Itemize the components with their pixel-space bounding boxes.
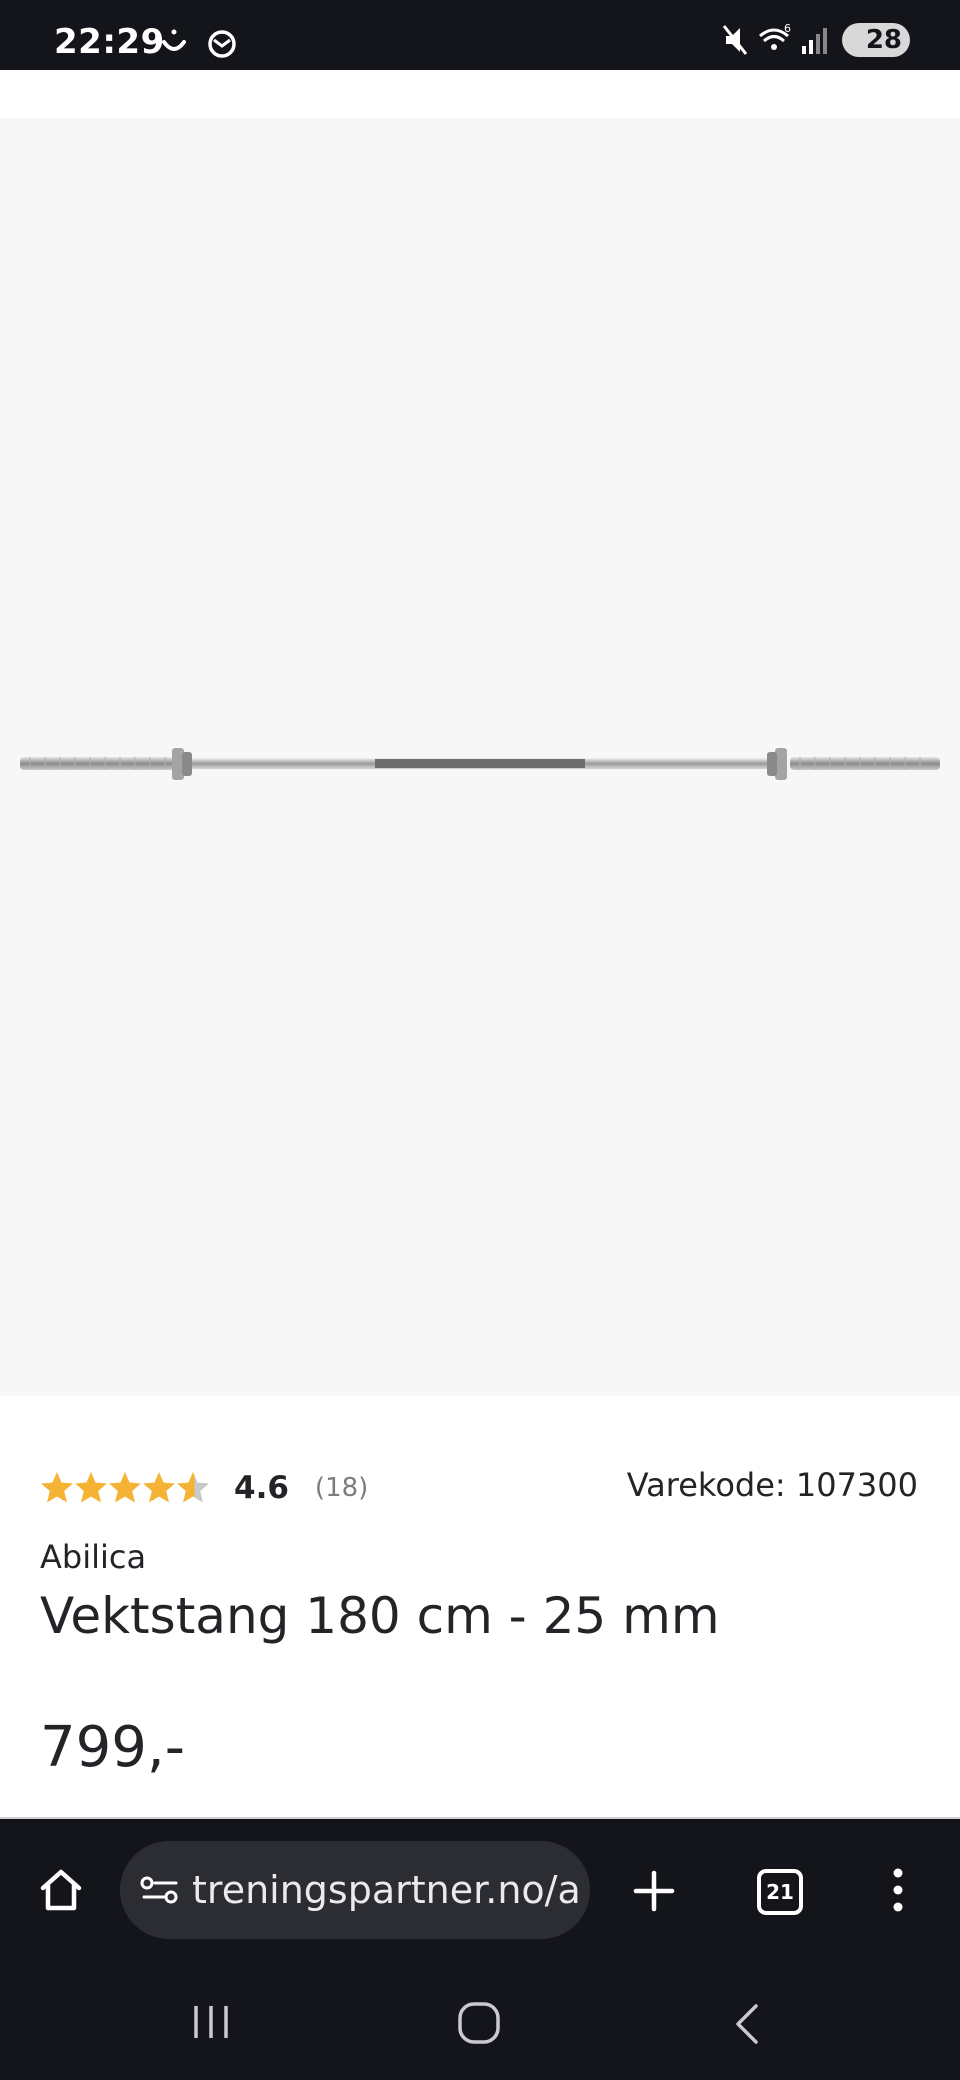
home-circle-icon[interactable] — [456, 2000, 502, 2046]
address-bar[interactable]: treningspartner.no/a — [120, 1841, 590, 1939]
smile-icon — [162, 29, 186, 51]
product-brand[interactable]: Abilica — [40, 1538, 146, 1576]
rating-stars — [40, 1470, 212, 1506]
star-icon — [41, 1472, 73, 1503]
menu-icon[interactable] — [886, 1867, 910, 1913]
barbell-image — [20, 748, 940, 780]
star-icon — [109, 1472, 141, 1503]
product-sku: Varekode: 107300 — [626, 1466, 918, 1504]
wifi-icon: 6 — [759, 22, 791, 50]
svg-text:6: 6 — [784, 22, 791, 35]
rating-row[interactable]: 4.6 (18) — [40, 1466, 368, 1510]
status-bar: 22:29 6 28 — [0, 0, 960, 70]
mute-icon — [722, 25, 748, 55]
back-icon[interactable] — [732, 2002, 762, 2046]
browser-toolbar: treningspartner.no/a 21 — [0, 1819, 960, 1962]
home-icon[interactable] — [38, 1867, 84, 1913]
status-time: 22:29 — [54, 22, 165, 62]
battery-level: 28 — [865, 25, 902, 55]
tabs-icon[interactable]: 21 — [757, 1869, 803, 1915]
site-settings-icon[interactable] — [140, 1875, 180, 1905]
signal-icon — [802, 28, 827, 54]
recents-icon[interactable] — [190, 2002, 234, 2042]
url-text: treningspartner.no/a — [192, 1868, 581, 1912]
page-top-strip — [0, 70, 960, 118]
new-tab-icon[interactable] — [632, 1869, 676, 1913]
star-half-icon — [177, 1472, 209, 1503]
product-price: 799,- — [40, 1715, 185, 1780]
status-notification-icons — [160, 26, 240, 65]
system-status-icons: 6 — [722, 22, 827, 55]
product-image[interactable] — [0, 118, 960, 1396]
mail-icon — [208, 30, 236, 58]
rating-value: 4.6 — [234, 1470, 289, 1506]
review-count[interactable]: (18) — [315, 1473, 368, 1503]
status-right-icons: 6 28 — [722, 22, 910, 58]
star-icon — [143, 1472, 175, 1503]
product-title: Vektstang 180 cm - 25 mm — [40, 1587, 720, 1645]
star-icon — [75, 1472, 107, 1503]
battery-indicator: 28 — [842, 23, 910, 57]
tab-count: 21 — [766, 1880, 794, 1904]
system-nav-bar — [0, 1962, 960, 2080]
